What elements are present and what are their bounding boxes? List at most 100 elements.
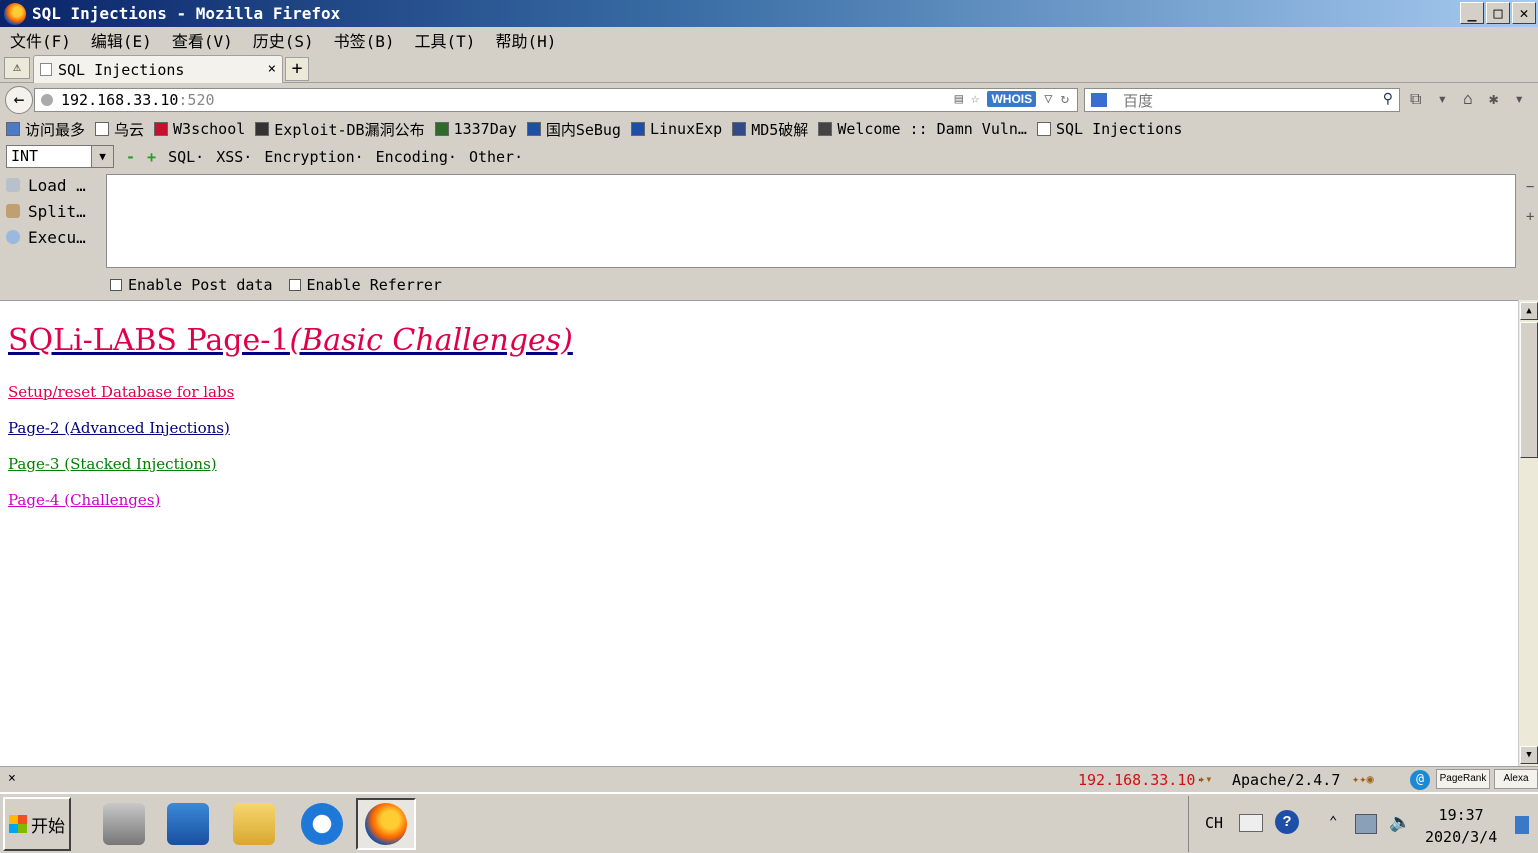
url-bar[interactable]: 192.168.33.10:520 ▤ ☆ WHOIS ▽ ↻ — [34, 88, 1078, 112]
dropdown-arrow-icon[interactable]: ▽ — [1044, 91, 1052, 107]
at-icon[interactable]: @ — [1410, 770, 1430, 790]
taskbar-firefox[interactable] — [356, 798, 416, 850]
ime-indicator[interactable]: CH — [1205, 814, 1223, 832]
grow-textarea-button[interactable]: + — [1526, 202, 1534, 232]
chevron-down-icon[interactable]: ▼ — [91, 146, 113, 167]
increase-icon[interactable]: + — [147, 148, 156, 166]
page-3-link[interactable]: Page-3 (Stacked Injections) — [8, 455, 217, 473]
tab-sql-injections[interactable]: SQL Injections × — [33, 55, 283, 83]
bookmark-item[interactable]: MD5破解 — [732, 119, 808, 140]
hackbar-menu-encoding[interactable]: Encoding· — [376, 148, 457, 166]
search-input[interactable]: 百度 — [1123, 90, 1153, 111]
execute-button[interactable]: Execu… — [6, 224, 102, 250]
bookmark-item[interactable]: 访问最多 — [6, 119, 85, 140]
system-tray: CH ? ⌃ 🔈 19:37 2020/3/4 — [1188, 796, 1538, 852]
keyboard-icon[interactable] — [1239, 814, 1263, 832]
back-arrow-icon: ← — [13, 89, 25, 110]
help-icon[interactable]: ? — [1275, 810, 1299, 834]
hackbar-menu-sql[interactable]: SQL· — [168, 148, 204, 166]
page-icon — [95, 122, 110, 136]
menu-file[interactable]: 文件(F) — [10, 28, 71, 52]
sebug-icon — [526, 122, 541, 136]
page-2-link[interactable]: Page-2 (Advanced Injections) — [8, 419, 230, 437]
menu-tools[interactable]: 工具(T) — [415, 28, 476, 52]
most-visited-icon — [6, 122, 20, 136]
menu-history[interactable]: 历史(S) — [253, 28, 314, 52]
minimize-button[interactable]: _ — [1460, 2, 1484, 24]
page-content: SQLi-LABS Page-1(Basic Challenges) Setup… — [0, 300, 1518, 766]
hackbar-type-select[interactable]: INT ▼ — [6, 145, 114, 168]
load-url-button[interactable]: Load … — [6, 172, 102, 198]
tab-label: SQL Injections — [58, 60, 185, 79]
alexa-badge[interactable]: Alexa — [1494, 769, 1538, 789]
bookmark-item[interactable]: 1337Day — [434, 120, 517, 138]
bookmark-item[interactable]: LinuxExp — [630, 120, 722, 138]
status-tools-icon[interactable]: ✦✦◉ — [1352, 772, 1374, 786]
menu-help[interactable]: 帮助(H) — [495, 28, 556, 52]
overflow-arrow-icon[interactable]: ▾ — [1514, 89, 1524, 109]
hackbar-menu-encryption[interactable]: Encryption· — [264, 148, 363, 166]
new-tab-button[interactable]: + — [285, 57, 309, 81]
volume-muted-icon[interactable]: 🔈 — [1389, 812, 1411, 833]
clock[interactable]: 19:37 2020/3/4 — [1425, 804, 1497, 848]
enable-post-data-checkbox[interactable]: Enable Post data — [110, 276, 273, 294]
bookmark-item[interactable]: W3school — [154, 120, 245, 138]
taskbar-explorer[interactable] — [224, 798, 284, 850]
taskbar-powershell[interactable] — [158, 798, 218, 850]
decrease-icon[interactable]: - — [126, 148, 135, 166]
screenshot-icon[interactable]: ⧉ — [1410, 89, 1421, 109]
menu-bookmarks[interactable]: 书签(B) — [334, 28, 395, 52]
split-url-button[interactable]: Split… — [6, 198, 102, 224]
menu-view[interactable]: 查看(V) — [172, 28, 233, 52]
back-button[interactable]: ← — [5, 86, 33, 114]
bookmark-item[interactable]: 乌云 — [95, 119, 144, 140]
tab-close-icon[interactable]: × — [268, 61, 276, 77]
bookmark-item[interactable]: SQL Injections — [1036, 120, 1182, 138]
show-desktop-button[interactable] — [1515, 816, 1529, 834]
reload-icon[interactable]: ↻ — [1061, 91, 1069, 107]
taskbar-internet-explorer[interactable] — [292, 798, 352, 850]
menubar: 文件(F) 编辑(E) 查看(V) 历史(S) 书签(B) 工具(T) 帮助(H… — [0, 27, 1538, 53]
baidu-engine-icon[interactable] — [1091, 93, 1107, 107]
scrollbar-thumb[interactable] — [1520, 322, 1538, 458]
search-bar[interactable]: 百度 ⚲ — [1084, 88, 1400, 112]
home-icon[interactable]: ⌂ — [1463, 89, 1473, 109]
close-button[interactable]: ✕ — [1512, 2, 1536, 24]
scroll-up-icon[interactable]: ▲ — [1520, 302, 1538, 320]
hackbar-url-textarea[interactable] — [106, 174, 1516, 268]
pagerank-badge[interactable]: PageRank — [1436, 769, 1490, 789]
server-manager-icon — [103, 803, 145, 845]
show-hidden-icons-icon[interactable]: ⌃ — [1329, 814, 1337, 830]
hackbar-menu-other[interactable]: Other· — [469, 148, 523, 166]
page-4-link[interactable]: Page-4 (Challenges) — [8, 491, 160, 509]
warning-icon[interactable]: ⚠ — [4, 57, 30, 79]
site-identity-icon[interactable] — [41, 94, 53, 106]
bookmark-item[interactable]: Exploit-DB漏洞公布 — [255, 119, 425, 140]
feed-icon[interactable]: ▤ — [955, 91, 963, 107]
search-icon[interactable]: ⚲ — [1383, 91, 1393, 107]
hackbar-menu-xss[interactable]: XSS· — [216, 148, 252, 166]
status-addon-icon[interactable]: ✦▾ — [1198, 772, 1212, 786]
enable-referrer-checkbox[interactable]: Enable Referrer — [288, 276, 442, 294]
bookmark-star-icon[interactable]: ☆ — [971, 91, 979, 107]
menu-edit[interactable]: 编辑(E) — [91, 28, 152, 52]
bookmark-item[interactable]: Welcome :: Damn Vuln… — [818, 120, 1027, 138]
shrink-textarea-button[interactable]: − — [1526, 172, 1534, 202]
checkbox-box[interactable] — [288, 279, 301, 291]
start-button[interactable]: 开始 — [3, 797, 71, 851]
taskbar-server-manager[interactable] — [94, 798, 154, 850]
status-server: Apache/2.4.7 — [1232, 771, 1341, 789]
status-ip[interactable]: 192.168.33.10· — [1078, 771, 1204, 789]
checkbox-box[interactable] — [110, 279, 122, 291]
url-host: 192.168.33.10 — [61, 91, 179, 109]
scroll-down-icon[interactable]: ▼ — [1520, 746, 1538, 764]
maximize-button[interactable]: □ — [1486, 2, 1510, 24]
close-icon[interactable]: × — [8, 771, 16, 786]
whois-button[interactable]: WHOIS — [987, 91, 1037, 107]
vertical-scrollbar[interactable]: ▲ ▼ — [1518, 300, 1538, 766]
network-icon[interactable] — [1355, 814, 1377, 834]
bookmark-item[interactable]: 国内SeBug — [526, 119, 621, 140]
setup-database-link[interactable]: Setup/reset Database for labs — [8, 383, 234, 401]
menu-arrow-icon[interactable]: ▾ — [1437, 89, 1447, 109]
addon-icon[interactable]: ✱ — [1489, 89, 1499, 109]
